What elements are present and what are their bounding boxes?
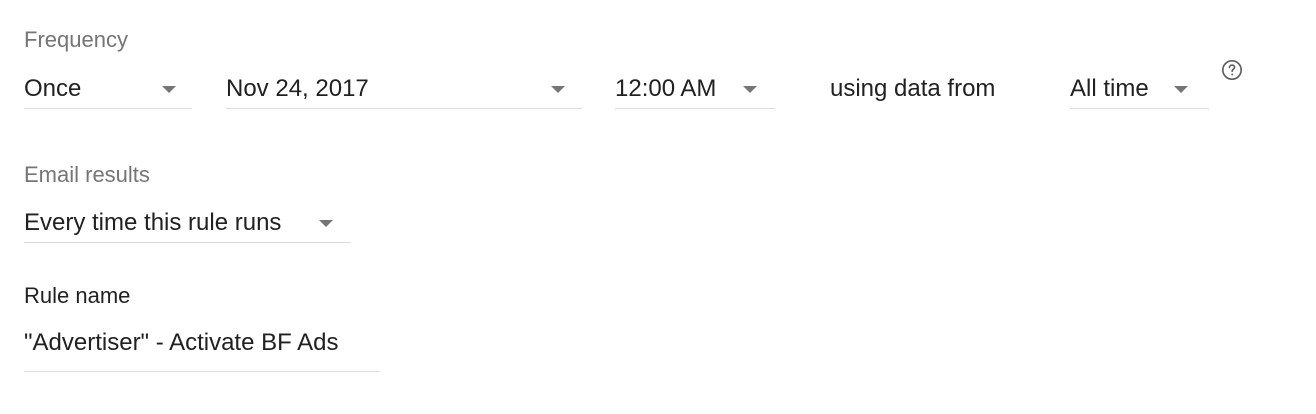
using-data-from-text: using data from bbox=[830, 75, 996, 102]
chevron-down-icon bbox=[1174, 86, 1188, 93]
chevron-down-icon bbox=[551, 86, 565, 93]
chevron-down-icon bbox=[162, 86, 176, 93]
chevron-down-icon bbox=[743, 86, 757, 93]
frequency-label: Frequency bbox=[24, 27, 128, 52]
frequency-time-select[interactable]: 12:00 AM bbox=[615, 75, 775, 109]
email-results-value: Every time this rule runs bbox=[24, 209, 282, 236]
email-results-select[interactable]: Every time this rule runs bbox=[24, 209, 351, 243]
rule-name-input[interactable]: "Advertiser" - Activate BF Ads bbox=[24, 329, 380, 372]
frequency-repeat-value: Once bbox=[24, 75, 82, 102]
chevron-down-icon bbox=[319, 220, 333, 227]
email-results-label: Email results bbox=[24, 162, 150, 187]
rule-name-label: Rule name bbox=[24, 283, 131, 308]
frequency-date-value: Nov 24, 2017 bbox=[226, 75, 369, 102]
rule-name-value: "Advertiser" - Activate BF Ads bbox=[24, 329, 339, 356]
data-range-select[interactable]: All time bbox=[1070, 75, 1209, 109]
frequency-date-select[interactable]: Nov 24, 2017 bbox=[226, 75, 582, 109]
help-circle-icon[interactable] bbox=[1221, 59, 1243, 81]
frequency-repeat-select[interactable]: Once bbox=[24, 75, 192, 109]
frequency-time-value: 12:00 AM bbox=[615, 75, 717, 102]
data-range-value: All time bbox=[1070, 75, 1149, 102]
